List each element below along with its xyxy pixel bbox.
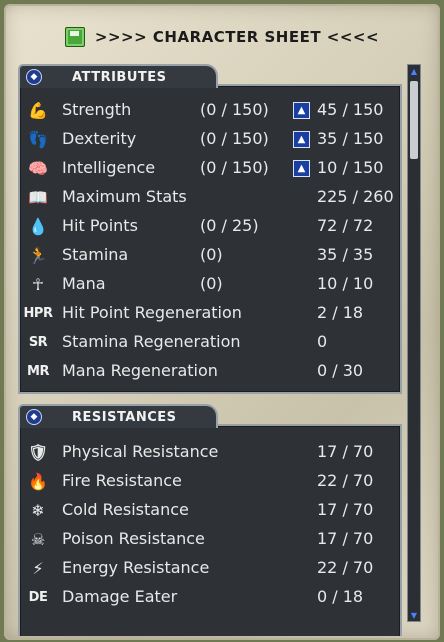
stat-row: 🧠 Intelligence (0 / 150) ▲ 10 / 150: [20, 154, 400, 183]
shield-icon: 🛡: [27, 442, 49, 462]
stat-cap: (0 / 150): [200, 129, 269, 148]
collapse-icon[interactable]: ◆: [26, 409, 42, 425]
stat-label: Hit Point Regeneration: [62, 303, 242, 322]
scroll-thumb[interactable]: [410, 81, 418, 159]
stat-label: Strength: [62, 100, 132, 119]
stat-label: Stamina Regeneration: [62, 332, 241, 351]
running-man-icon: 🏃: [28, 245, 48, 265]
scroll-up-icon[interactable]: ▲: [409, 66, 419, 76]
stat-value: 0: [317, 332, 328, 351]
resistances-title: RESISTANCES: [72, 409, 177, 425]
increase-arrow-icon[interactable]: ▲: [293, 131, 310, 148]
stat-value: 72 / 72: [317, 216, 374, 235]
sheet-title: >>>> CHARACTER SHEET <<<<: [94, 28, 380, 46]
stat-cap: (0 / 150): [200, 100, 269, 119]
stat-label: Mana: [62, 274, 106, 293]
stat-row: ☠ Poison Resistance 17 / 70: [20, 525, 400, 554]
blood-drop-icon: 💧: [28, 216, 48, 236]
stat-row: HPR Hit Point Regeneration 2 / 18: [20, 299, 400, 328]
increase-arrow-icon[interactable]: ▲: [293, 160, 310, 177]
stat-label: Physical Resistance: [62, 442, 219, 461]
save-icon[interactable]: [64, 27, 85, 47]
stat-value: 45 / 150: [317, 100, 384, 119]
snowflake-icon: ❄: [31, 500, 45, 520]
stat-value: 10 / 10: [317, 274, 374, 293]
stat-value: 0 / 30: [317, 361, 364, 380]
stat-label: Hit Points: [62, 216, 138, 235]
lightning-icon: ⚡: [32, 558, 44, 578]
strength-arm-icon: 💪: [28, 100, 48, 120]
stat-value: 17 / 70: [317, 500, 374, 519]
stat-value: 22 / 70: [317, 558, 374, 577]
de-text-icon: DE: [28, 589, 48, 605]
stat-value: 2 / 18: [317, 303, 364, 322]
stat-label: Cold Resistance: [62, 500, 189, 519]
stat-label: Energy Resistance: [62, 558, 210, 577]
stat-row: 👣 Dexterity (0 / 150) ▲ 35 / 150: [20, 125, 400, 154]
sheet-header: >>>> CHARACTER SHEET <<<<: [0, 22, 444, 52]
hpr-text-icon: HPR: [23, 305, 53, 321]
stat-value: 17 / 70: [317, 529, 374, 548]
stat-value: 225 / 260: [317, 187, 394, 206]
stat-cap: (0): [200, 245, 223, 264]
attributes-tab[interactable]: ◆ ATTRIBUTES: [18, 64, 218, 88]
stat-label: Maximum Stats: [62, 187, 187, 206]
stat-label: Dexterity: [62, 129, 137, 148]
stat-row: DE Damage Eater 0 / 18: [20, 583, 400, 612]
book-icon: 📖: [28, 187, 48, 207]
stat-row: 🔥 Fire Resistance 22 / 70: [20, 467, 400, 496]
stat-row: MR Mana Regeneration 0 / 30: [20, 357, 400, 386]
stat-cap: (0 / 25): [200, 216, 259, 235]
stat-row: 🏃 Stamina (0) 35 / 35: [20, 241, 400, 270]
stat-row: 📖 Maximum Stats 225 / 260: [20, 183, 400, 212]
brain-icon: 🧠: [28, 158, 48, 178]
attributes-title: ATTRIBUTES: [72, 69, 167, 85]
stat-label: Poison Resistance: [62, 529, 205, 548]
vertical-scrollbar[interactable]: ▲ ▼: [407, 64, 421, 622]
stat-value: 17 / 70: [317, 442, 374, 461]
fire-icon: 🔥: [28, 471, 48, 491]
stat-cap: (0 / 150): [200, 158, 269, 177]
resistances-tab[interactable]: ◆ RESISTANCES: [18, 404, 218, 428]
mr-text-icon: MR: [27, 363, 49, 379]
stat-label: Intelligence: [62, 158, 156, 177]
scroll-down-icon[interactable]: ▼: [409, 610, 419, 620]
stat-value: 0 / 18: [317, 587, 364, 606]
stat-value: 35 / 150: [317, 129, 384, 148]
stat-row: 💧 Hit Points (0 / 25) 72 / 72: [20, 212, 400, 241]
increase-arrow-icon[interactable]: ▲: [293, 102, 310, 119]
sr-text-icon: SR: [28, 334, 48, 350]
stat-row: ⚡ Energy Resistance 22 / 70: [20, 554, 400, 583]
sheet-content: ◆ ATTRIBUTES 💪 Strength (0 / 150) ▲ 45 / 150…: [18, 64, 406, 636]
stat-row: ❄ Cold Resistance 17 / 70: [20, 496, 400, 525]
stat-label: Stamina: [62, 245, 129, 264]
dexterity-icon: 👣: [28, 129, 48, 149]
attributes-panel: 💪 Strength (0 / 150) ▲ 45 / 150 👣 Dexterity (0 …: [18, 84, 402, 394]
stat-row: ☥ Mana (0) 10 / 10: [20, 270, 400, 299]
stat-row: 🛡 Physical Resistance 17 / 70: [20, 438, 400, 467]
stat-label: Mana Regeneration: [62, 361, 218, 380]
stat-label: Damage Eater: [62, 587, 178, 606]
stat-cap: (0): [200, 274, 223, 293]
stat-value: 35 / 35: [317, 245, 374, 264]
resistances-panel: 🛡 Physical Resistance 17 / 70 🔥 Fire Resista…: [18, 424, 402, 636]
collapse-icon[interactable]: ◆: [26, 69, 42, 85]
stat-value: 22 / 70: [317, 471, 374, 490]
stat-row: SR Stamina Regeneration 0: [20, 328, 400, 357]
skull-icon: ☠: [30, 529, 46, 549]
stat-value: 10 / 150: [317, 158, 384, 177]
stat-row: 💪 Strength (0 / 150) ▲ 45 / 150: [20, 96, 400, 125]
stat-label: Fire Resistance: [62, 471, 182, 490]
ankh-icon: ☥: [32, 274, 44, 294]
